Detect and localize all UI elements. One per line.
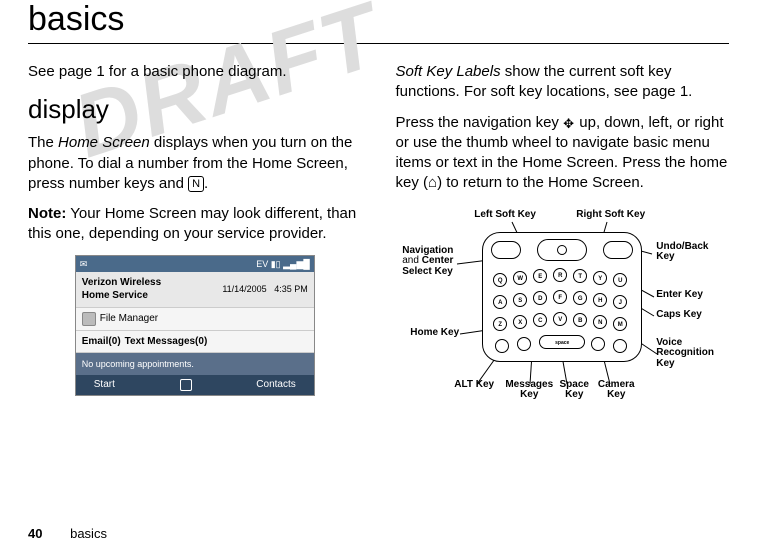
text: ) to return to the Home Screen. <box>437 174 644 191</box>
phone-right-softkey: Contacts <box>256 378 295 392</box>
right-softkey-shape <box>603 241 633 259</box>
label-left-softkey: Left Soft Key <box>474 210 536 221</box>
time-text: 4:35 PM <box>274 284 308 294</box>
navigation-key-icon <box>563 114 575 126</box>
home-screen-mock: ✉ EV ▮▯ ▂▄▆█ Verizon Wireless Home Servi… <box>75 255 315 396</box>
softkey-paragraph: Soft Key Labels show the current soft ke… <box>396 62 730 103</box>
messages-row: Email(0) Text Messages(0) <box>76 331 314 354</box>
intro-text: See page 1 for a basic phone diagram. <box>28 62 362 82</box>
key: M <box>613 317 627 331</box>
key: X <box>513 315 527 329</box>
label-enter: Enter Key <box>656 290 703 301</box>
key: D <box>533 291 547 305</box>
battery-icon: ▮▯ <box>271 259 281 269</box>
label-space: Space Key <box>554 380 594 401</box>
label-right-softkey: Right Soft Key <box>576 210 645 221</box>
label-home: Home Key <box>410 328 459 339</box>
key: Y <box>593 271 607 285</box>
key: H <box>593 293 607 307</box>
key: G <box>573 291 587 305</box>
voice-key-shape <box>613 339 627 353</box>
key: B <box>573 313 587 327</box>
status-left-icon: ✉ <box>80 258 88 270</box>
home-screen-term: Home Screen <box>58 134 150 151</box>
label-alt: ALT Key <box>454 380 494 391</box>
key: U <box>613 273 627 287</box>
label-undo-back: Undo/Back Key <box>656 242 716 263</box>
footer-section: basics <box>70 526 107 541</box>
key: A <box>493 295 507 309</box>
carrier-row: Verizon Wireless Home Service 11/14/2005… <box>76 272 314 308</box>
page-number: 40 <box>28 526 42 541</box>
text: . <box>204 175 208 192</box>
note-body: Your Home Screen may look different, tha… <box>28 205 356 242</box>
phone-center-icon <box>180 379 192 391</box>
key: J <box>613 295 627 309</box>
home-key-shape <box>517 337 531 351</box>
text: Press the navigation key <box>396 114 564 131</box>
space-key-shape: space <box>539 335 585 349</box>
key: E <box>533 269 547 283</box>
key: S <box>513 293 527 307</box>
left-softkey-shape <box>491 241 521 259</box>
file-manager-row: File Manager <box>76 308 314 331</box>
camera-key-shape <box>591 337 605 351</box>
label-navigation: Navigation and Center Select Key <box>402 246 453 278</box>
email-label: Email(0) <box>82 335 121 349</box>
label-camera: Camera Key <box>594 380 638 401</box>
page-title: basics <box>0 0 757 39</box>
nav-key-shape <box>537 239 587 261</box>
key: Z <box>493 317 507 331</box>
keyboard-diagram: Q W E R T Y U A S D F G H J Z X C V B <box>402 204 722 424</box>
note-label: Note: <box>28 205 66 222</box>
key: T <box>573 269 587 283</box>
date-text: 11/14/2005 <box>222 284 266 294</box>
status-bar: ✉ EV ▮▯ ▂▄▆█ <box>76 256 314 272</box>
right-column: Soft Key Labels show the current soft ke… <box>396 62 730 424</box>
no-appointments-banner: No upcoming appointments. <box>76 353 314 375</box>
softkey-term: Soft Key Labels <box>396 63 501 80</box>
key: W <box>513 271 527 285</box>
note-paragraph: Note: Your Home Screen may look differen… <box>28 204 362 245</box>
label-voice: Voice Recognition Key <box>656 338 720 370</box>
home-key-icon: ⌂ <box>428 174 437 191</box>
key: Q <box>493 273 507 287</box>
home-screen-paragraph: The Home Screen displays when you turn o… <box>28 133 362 194</box>
keyboard-outline: Q W E R T Y U A S D F G H J Z X C V B <box>482 232 642 362</box>
dial-key-icon: N <box>188 176 204 192</box>
section-heading-display: display <box>28 92 362 127</box>
label-caps: Caps Key <box>656 310 702 321</box>
carrier-name: Verizon Wireless <box>82 276 161 290</box>
ev-icon: EV <box>256 259 268 269</box>
key: F <box>553 290 567 304</box>
phone-softkey-bar: Start Contacts <box>76 375 314 395</box>
carrier-service: Home Service <box>82 289 161 303</box>
page-footer: 40 basics <box>28 526 107 541</box>
file-manager-label: File Manager <box>100 312 158 326</box>
navigation-paragraph: Press the navigation key up, down, left,… <box>396 113 730 194</box>
texts-label: Text Messages(0) <box>125 335 208 349</box>
text: The <box>28 134 58 151</box>
phone-left-softkey: Start <box>94 378 115 392</box>
key: R <box>553 268 567 282</box>
signal-icon: ▂▄▆█ <box>283 259 310 269</box>
left-column: See page 1 for a basic phone diagram. di… <box>28 62 362 424</box>
label-messages: Messages Key <box>504 380 554 401</box>
alt-key-shape <box>495 339 509 353</box>
folder-icon <box>82 312 96 326</box>
key: C <box>533 313 547 327</box>
key: V <box>553 312 567 326</box>
key: N <box>593 315 607 329</box>
